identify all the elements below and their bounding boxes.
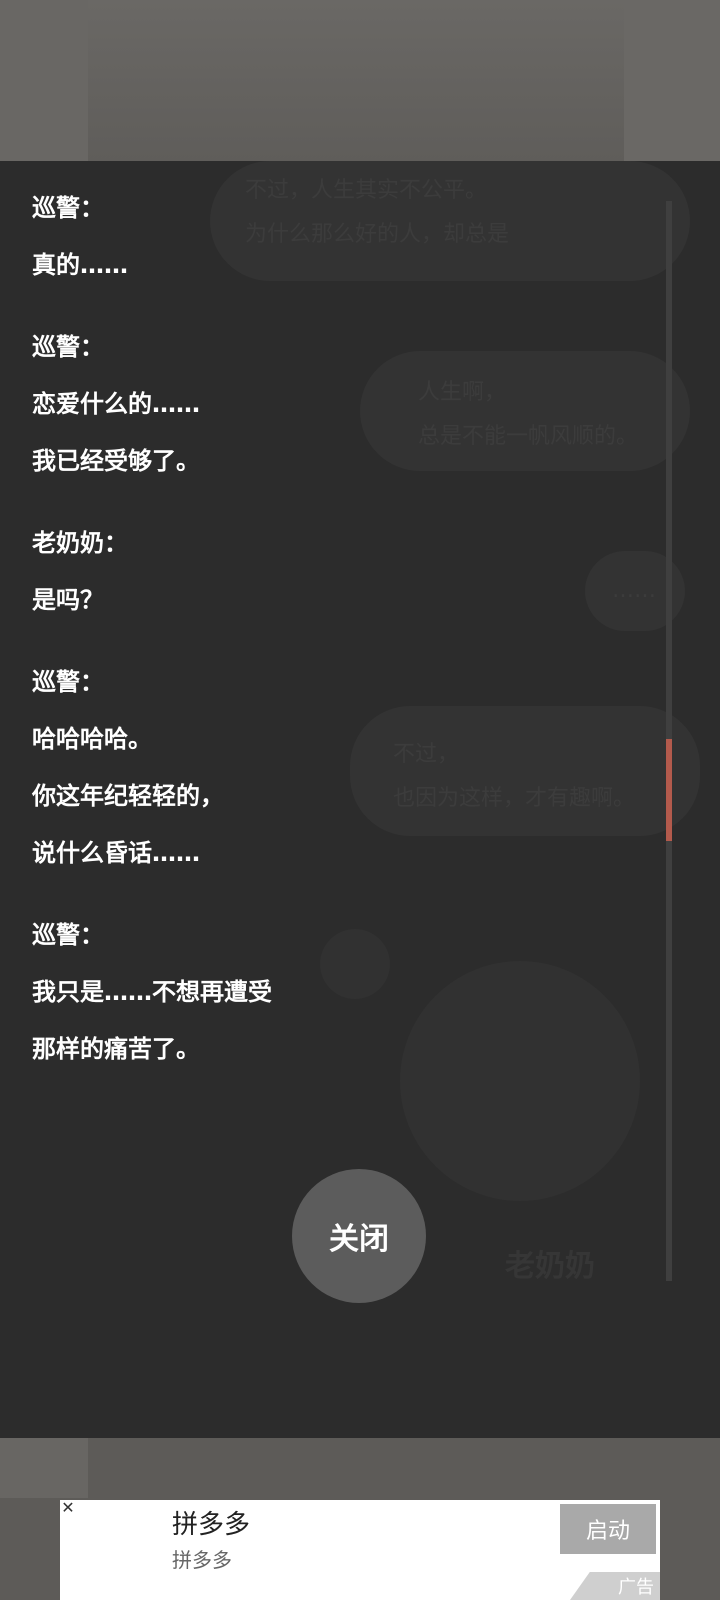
dialogue-log-list: 巡警： 真的…… 巡警： 恋爱什么的…… 我已经受够了。 老奶奶： 是吗？ 巡警… <box>32 193 632 1116</box>
ad-launch-button[interactable]: 启动 <box>560 1504 656 1554</box>
log-speaker: 巡警： <box>32 668 104 696</box>
log-entry: 老奶奶： 是吗？ <box>32 528 632 615</box>
close-log-button[interactable]: 关闭 <box>292 1169 426 1303</box>
log-line: 说什么昏话…… <box>32 839 200 867</box>
log-line: 真的…… <box>32 251 128 279</box>
background-scene-top <box>0 0 720 162</box>
background-wall-right <box>624 0 720 162</box>
dialogue-log-panel: 不过，人生其实不公平。 为什么那么好的人，却总是 人生啊， 总是不能一帆风顺的。… <box>0 161 720 1438</box>
close-icon[interactable]: ✕ <box>60 1500 76 1516</box>
log-entry: 巡警： 真的…… <box>32 193 632 280</box>
ad-title: 拼多多 <box>172 1510 251 1540</box>
ad-tag-label: 广告 <box>618 1577 654 1598</box>
log-scrollbar[interactable] <box>666 201 672 1281</box>
ghost-speaker-name: 老奶奶 <box>505 1249 595 1284</box>
log-entry: 巡警： 哈哈哈哈。 你这年纪轻轻的， 说什么昏话…… <box>32 667 632 868</box>
log-line: 恋爱什么的…… <box>32 390 200 418</box>
background-sign <box>0 1438 88 1498</box>
ad-tag: 广告 <box>570 1572 660 1600</box>
ad-subtitle: 拼多多 <box>172 1548 232 1572</box>
log-line: 我只是……不想再遭受 <box>32 978 272 1006</box>
log-speaker: 巡警： <box>32 333 104 361</box>
screen: 不过，人生其实不公平。 为什么那么好的人，却总是 人生啊， 总是不能一帆风顺的。… <box>0 0 720 1600</box>
log-line: 哈哈哈哈。 <box>32 725 152 753</box>
log-speaker: 巡警： <box>32 921 104 949</box>
log-line: 是吗？ <box>32 586 104 614</box>
log-line: 我已经受够了。 <box>32 447 200 475</box>
log-speaker: 巡警： <box>32 194 104 222</box>
log-scrollbar-thumb[interactable] <box>666 739 672 841</box>
background-wall-left <box>0 0 88 162</box>
log-entry: 巡警： 我只是……不想再遭受 那样的痛苦了。 <box>32 920 632 1064</box>
log-speaker: 老奶奶： <box>32 529 128 557</box>
log-entry: 巡警： 恋爱什么的…… 我已经受够了。 <box>32 332 632 476</box>
log-line: 那样的痛苦了。 <box>32 1035 200 1063</box>
ad-banner[interactable]: 拼多多 拼多多 启动 广告 <box>60 1500 660 1600</box>
log-line: 你这年纪轻轻的， <box>32 782 224 810</box>
